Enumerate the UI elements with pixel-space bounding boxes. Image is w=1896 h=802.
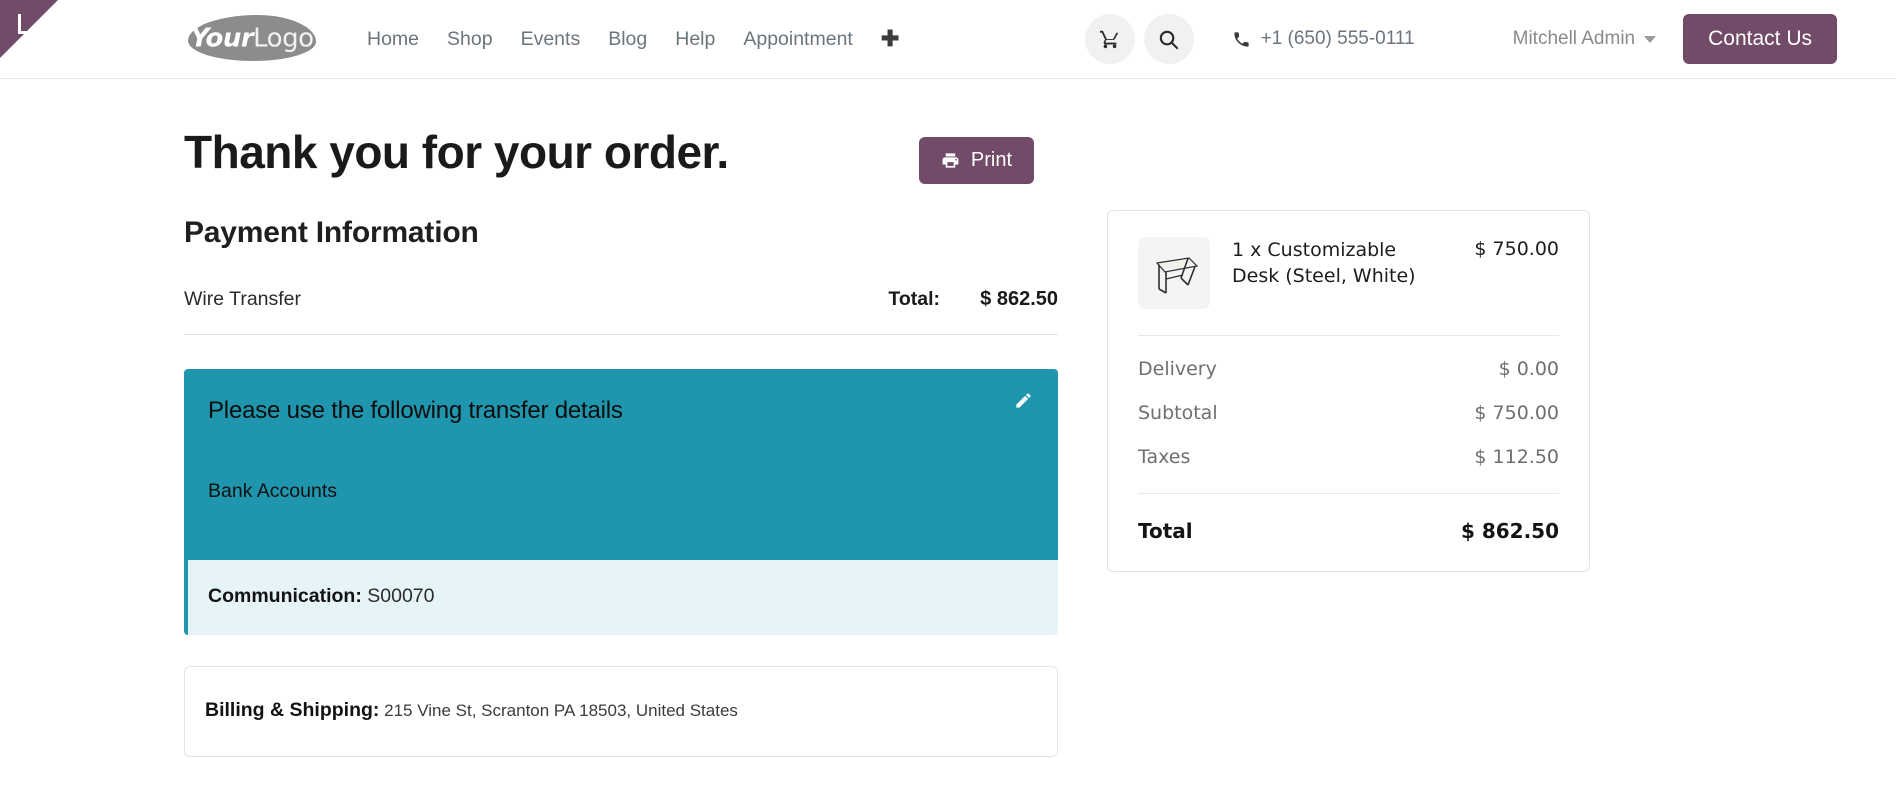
payment-total-value: $ 862.50: [980, 288, 1058, 310]
main-navigation: Home Shop Events Blog Help Appointment ✚: [353, 20, 913, 59]
summary-line-taxes-label: Taxes: [1138, 446, 1191, 468]
communication-value: S00070: [367, 585, 435, 607]
order-summary-column: 1 x Customizable Desk (Steel, White) $ 7…: [1107, 79, 1590, 757]
summary-line-taxes-value: $ 112.50: [1474, 446, 1559, 468]
site-logo[interactable]: YourLogo: [184, 13, 320, 65]
payment-summary-row: Wire Transfer Total: $ 862.50: [184, 288, 1058, 335]
logo-text-primary: Your: [190, 23, 254, 54]
order-line-item: 1 x Customizable Desk (Steel, White) $ 7…: [1138, 237, 1559, 336]
phone-block[interactable]: +1 (650) 555-0111: [1232, 28, 1415, 50]
nav-item-appointment[interactable]: Appointment: [729, 20, 867, 59]
nav-item-blog[interactable]: Blog: [594, 20, 661, 59]
summary-line-delivery: Delivery $ 0.00: [1138, 336, 1559, 380]
search-icon: [1159, 30, 1179, 49]
summary-line-delivery-value: $ 0.00: [1498, 358, 1559, 380]
site-header: YourLogo Home Shop Events Blog Help Appo…: [0, 0, 1896, 79]
shopping-cart-icon: [1099, 30, 1118, 49]
pencil-icon[interactable]: [1014, 391, 1033, 410]
summary-grand-total-value: $ 862.50: [1460, 519, 1559, 543]
summary-line-delivery-label: Delivery: [1138, 358, 1217, 380]
summary-line-taxes: Taxes $ 112.50: [1138, 424, 1559, 468]
product-name: 1 x Customizable Desk (Steel, White): [1232, 239, 1416, 288]
summary-grand-total-label: Total: [1138, 519, 1193, 543]
print-button-label: Print: [970, 149, 1012, 171]
page-body: Thank you for your order. Print Payment …: [0, 79, 1896, 757]
corner-bracket-icon: [18, 14, 40, 34]
search-button[interactable]: [1143, 14, 1194, 64]
logo-text: YourLogo: [190, 23, 314, 54]
phone-icon: [1233, 31, 1249, 47]
logo-text-secondary: Logo: [253, 23, 314, 54]
billing-shipping-card: Billing & Shipping: 215 Vine St, Scranto…: [184, 666, 1058, 757]
billing-shipping-address: 215 Vine St, Scranton PA 18503, United S…: [384, 701, 738, 720]
summary-line-subtotal: Subtotal $ 750.00: [1138, 380, 1559, 424]
plus-icon[interactable]: ✚: [867, 22, 913, 56]
desk-product-image: [1155, 257, 1199, 294]
nav-item-home[interactable]: Home: [353, 20, 433, 59]
nav-item-shop[interactable]: Shop: [433, 20, 507, 59]
user-name: Mitchell Admin: [1512, 28, 1636, 49]
phone-number: +1 (650) 555-0111: [1260, 28, 1415, 49]
contact-us-button[interactable]: Contact Us: [1683, 14, 1837, 64]
user-menu[interactable]: Mitchell Admin: [1513, 28, 1657, 50]
page-title: Thank you for your order.: [184, 126, 729, 178]
title-row: Thank you for your order. Print: [184, 79, 1060, 184]
payment-method: Wire Transfer: [184, 288, 302, 310]
cart-button[interactable]: [1084, 14, 1135, 64]
summary-line-subtotal-value: $ 750.00: [1474, 402, 1559, 424]
communication-bar: Communication: S00070: [184, 560, 1058, 635]
payment-total-label: Total:: [888, 288, 940, 310]
summary-grand-total: Total $ 862.50: [1138, 493, 1559, 543]
summary-line-subtotal-label: Subtotal: [1138, 402, 1218, 424]
transfer-details-title: Please use the following transfer detail…: [208, 397, 623, 424]
product-thumbnail: [1138, 237, 1210, 309]
transfer-details-panel: Please use the following transfer detail…: [184, 369, 1058, 560]
nav-item-events[interactable]: Events: [507, 20, 595, 59]
bank-accounts-label: Bank Accounts: [208, 480, 337, 502]
order-summary-card: 1 x Customizable Desk (Steel, White) $ 7…: [1107, 210, 1590, 572]
product-price: $ 750.00: [1474, 238, 1559, 260]
chevron-down-icon: [1644, 35, 1657, 43]
header-right-group: +1 (650) 555-0111 Mitchell Admin Contact…: [1084, 14, 1837, 64]
billing-shipping-label: Billing & Shipping:: [205, 699, 380, 721]
order-confirmation-column: Thank you for your order. Print Payment …: [0, 79, 1060, 757]
printer-icon: [942, 153, 959, 168]
print-button[interactable]: Print: [918, 137, 1034, 184]
nav-item-help[interactable]: Help: [661, 20, 729, 59]
communication-label: Communication:: [208, 585, 362, 607]
payment-information-heading: Payment Information: [184, 216, 479, 249]
